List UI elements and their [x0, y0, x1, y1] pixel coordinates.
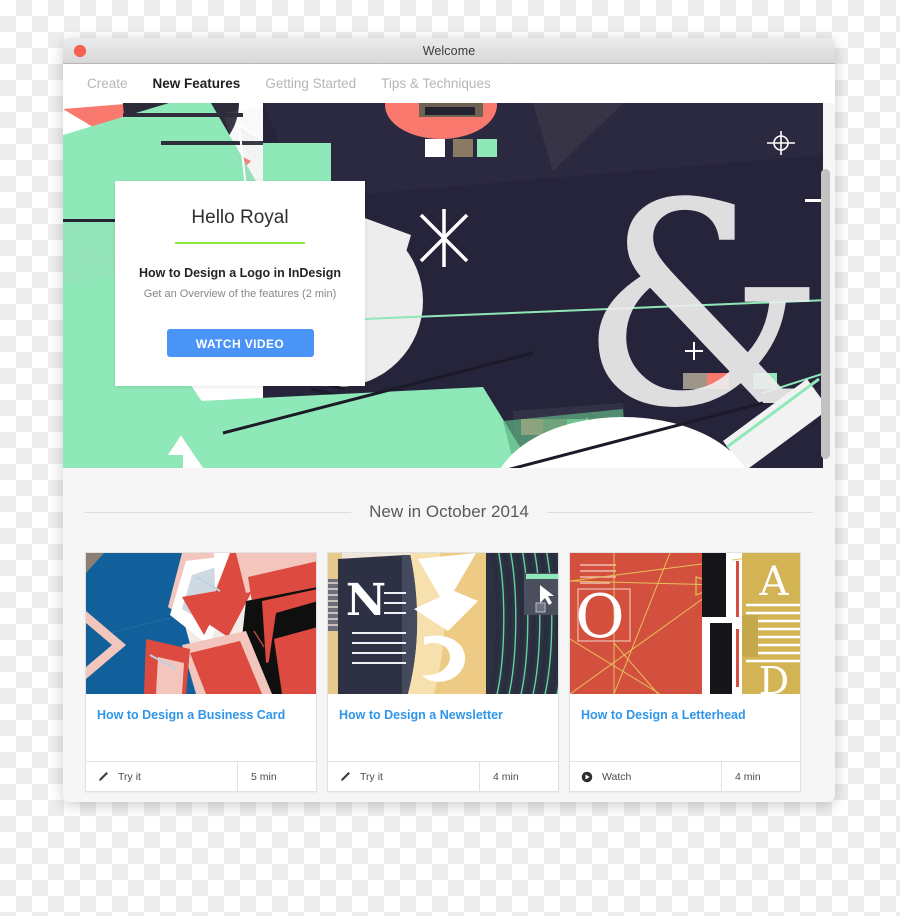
- hero-greeting: Hello Royal: [191, 207, 289, 228]
- vertical-scrollbar[interactable]: [821, 167, 830, 802]
- card-action-label: Try it: [118, 770, 141, 783]
- card-thumbnail[interactable]: O A D: [570, 553, 800, 694]
- section-heading: New in October 2014: [369, 502, 529, 521]
- tab-getting-started[interactable]: Getting Started: [265, 76, 356, 91]
- play-circle-icon: [581, 771, 593, 782]
- newsletter-thumbnail-image: N: [328, 553, 558, 694]
- card-title-link[interactable]: How to Design a Letterhead: [581, 708, 789, 723]
- section-divider-left: [85, 511, 352, 513]
- card-title-link[interactable]: How to Design a Business Card: [97, 708, 305, 723]
- window-titlebar: Welcome: [63, 38, 835, 64]
- card-thumbnail[interactable]: [86, 553, 316, 694]
- svg-text:D: D: [759, 659, 789, 694]
- card-footer: Watch 4 min: [570, 761, 800, 791]
- card-action-try-it[interactable]: Try it: [86, 762, 238, 791]
- new-in-section: New in October 2014 How to Design a Busi…: [63, 468, 835, 792]
- content-scroll-area: & & Hello Royal How to Design a Logo in …: [63, 103, 835, 802]
- card-body: How to Design a Newsletter: [328, 694, 558, 761]
- window-title: Welcome: [422, 43, 476, 58]
- svg-text:A: A: [759, 559, 790, 605]
- card-thumbnail[interactable]: N: [328, 553, 558, 694]
- business-card-thumbnail-image: [86, 553, 316, 694]
- tab-new-features[interactable]: New Features: [153, 76, 241, 91]
- hero-accent-rule: [175, 242, 305, 244]
- card-duration: 4 min: [735, 770, 761, 783]
- scrollbar-thumb[interactable]: [821, 169, 830, 459]
- card-action-label: Try it: [360, 770, 383, 783]
- hero-promo-card: Hello Royal How to Design a Logo in InDe…: [115, 181, 365, 386]
- section-header: New in October 2014: [85, 468, 814, 522]
- section-divider-right: [546, 511, 814, 513]
- tab-bar: Create New Features Getting Started Tips…: [63, 64, 835, 103]
- card-action-watch[interactable]: Watch: [570, 762, 722, 791]
- welcome-window: Welcome Create New Features Getting Star…: [63, 38, 835, 802]
- card-footer: Try it 5 min: [86, 761, 316, 791]
- hero-banner: & & Hello Royal How to Design a Logo in …: [63, 103, 823, 468]
- card-body: How to Design a Business Card: [86, 694, 316, 761]
- card-duration: 4 min: [493, 770, 519, 783]
- tab-create[interactable]: Create: [87, 76, 128, 91]
- card-action-label: Watch: [602, 770, 632, 783]
- hero-subtitle: How to Design a Logo in InDesign: [138, 266, 342, 280]
- card-title-link[interactable]: How to Design a Newsletter: [339, 708, 547, 723]
- pencil-icon: [98, 771, 108, 781]
- card-newsletter[interactable]: N How to Design a Newsletter Try it 4 mi…: [327, 552, 559, 792]
- card-duration: 5 min: [251, 770, 277, 783]
- close-icon[interactable]: [74, 44, 86, 57]
- card-footer: Try it 4 min: [328, 761, 558, 791]
- card-letterhead[interactable]: O A D How to Design a Letterhead Watch 4…: [569, 552, 801, 792]
- svg-text:O: O: [575, 582, 624, 652]
- card-body: How to Design a Letterhead: [570, 694, 800, 761]
- pencil-icon: [340, 771, 350, 781]
- tab-tips-techniques[interactable]: Tips & Techniques: [381, 76, 491, 91]
- svg-text:N: N: [346, 575, 386, 626]
- watch-video-button[interactable]: WATCH VIDEO: [166, 329, 314, 357]
- hero-description: Get an Overview of the features (2 min): [143, 288, 337, 300]
- card-business-card[interactable]: How to Design a Business Card Try it 5 m…: [85, 552, 317, 792]
- card-list: How to Design a Business Card Try it 5 m…: [85, 552, 813, 792]
- letterhead-thumbnail-image: O A D: [570, 553, 800, 694]
- card-action-try-it[interactable]: Try it: [328, 762, 480, 791]
